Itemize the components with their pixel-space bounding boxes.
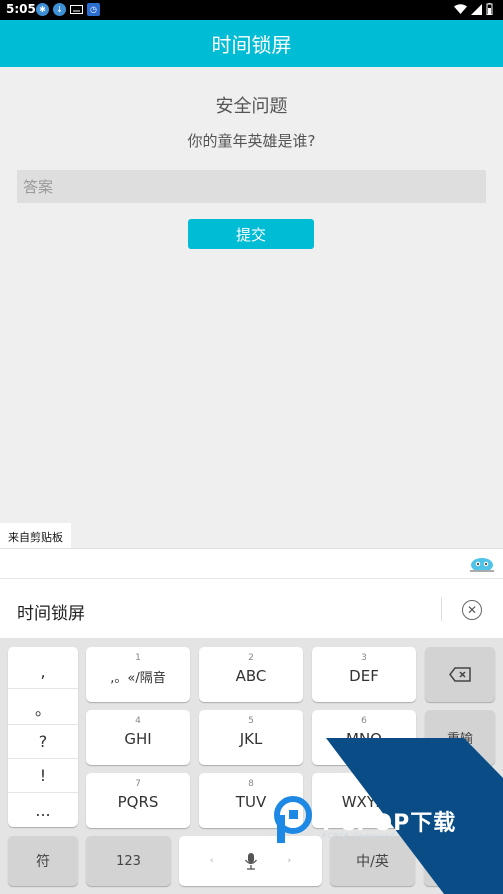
candidate-divider <box>441 597 442 621</box>
download-icon: ↓ <box>53 3 66 16</box>
key-label: PQRS <box>117 793 159 811</box>
app-bar: 时间锁屏 <box>0 20 503 67</box>
status-bar: 5:05 ✱ ↓ ◷ <box>0 0 503 20</box>
key-number: 4 <box>135 716 141 726</box>
submit-button[interactable]: 提交 <box>188 219 314 249</box>
microphone-icon <box>244 853 257 870</box>
status-time: 5:05 <box>6 2 36 16</box>
key-label: 符 <box>36 854 50 870</box>
key-1[interactable]: 1 ,。«/隔音 <box>86 647 190 702</box>
clear-icon[interactable]: ✕ <box>462 600 482 620</box>
space-left-arrow-icon: ‹ <box>209 856 214 866</box>
battery-icon <box>486 3 493 15</box>
key-2[interactable]: 2 ABC <box>199 647 303 702</box>
punct-key[interactable]: ! <box>8 759 78 793</box>
app-icon: ◷ <box>87 3 100 16</box>
security-question: 你的童年英雄是谁? <box>187 132 316 150</box>
key-label: ,。«/隔音 <box>110 671 166 686</box>
answer-input[interactable] <box>17 170 486 203</box>
key-label: GHI <box>124 730 152 748</box>
key-number: 1 <box>135 653 141 663</box>
key-7[interactable]: 7 PQRS <box>86 773 190 828</box>
key-number: 3 <box>361 653 367 663</box>
pcpop-logo-icon <box>274 796 312 843</box>
keyboard-icon <box>70 3 83 16</box>
keyboard-toolbar <box>0 548 503 578</box>
watermark-sub: PCPCP Download <box>322 832 396 840</box>
key-number: 8 <box>248 779 254 789</box>
key-number: 2 <box>248 653 254 663</box>
key-label: 123 <box>116 853 141 869</box>
bluetooth-icon: ✱ <box>36 3 49 16</box>
clipboard-suggestion[interactable]: 来自剪贴板 <box>0 523 71 551</box>
key-number: 6 <box>361 716 367 726</box>
candidate-word[interactable]: 时间锁屏 <box>17 599 85 624</box>
security-title: 安全问题 <box>215 96 288 117</box>
watermark-logo: PCPOP下载 PCPCP Download <box>270 795 503 845</box>
app-title: 时间锁屏 <box>211 33 292 57</box>
punct-key[interactable]: ? <box>8 725 78 759</box>
key-3[interactable]: 3 DEF <box>312 647 416 702</box>
number-key[interactable]: 123 <box>86 836 171 886</box>
punctuation-column: , 。 ? ! ... <box>8 647 78 827</box>
space-right-arrow-icon: › <box>287 856 292 866</box>
punct-key[interactable]: 。 <box>8 691 78 725</box>
wifi-icon <box>454 3 467 14</box>
signal-icon <box>471 3 482 15</box>
punct-key[interactable]: ... <box>8 793 78 827</box>
backspace-key[interactable] <box>425 647 495 702</box>
backspace-icon <box>449 667 471 682</box>
key-label: ABC <box>235 667 267 685</box>
key-label: DEF <box>349 667 379 685</box>
key-label: JKL <box>239 730 263 748</box>
key-number: 7 <box>135 779 141 789</box>
key-number: 5 <box>248 716 254 726</box>
keyboard-mascot-icon[interactable] <box>469 555 495 573</box>
punct-key[interactable]: , <box>8 655 78 689</box>
symbol-key[interactable]: 符 <box>8 836 78 886</box>
key-5[interactable]: 5 JKL <box>199 710 303 765</box>
key-4[interactable]: 4 GHI <box>86 710 190 765</box>
candidate-bar: 时间锁屏 ✕ <box>0 578 503 638</box>
